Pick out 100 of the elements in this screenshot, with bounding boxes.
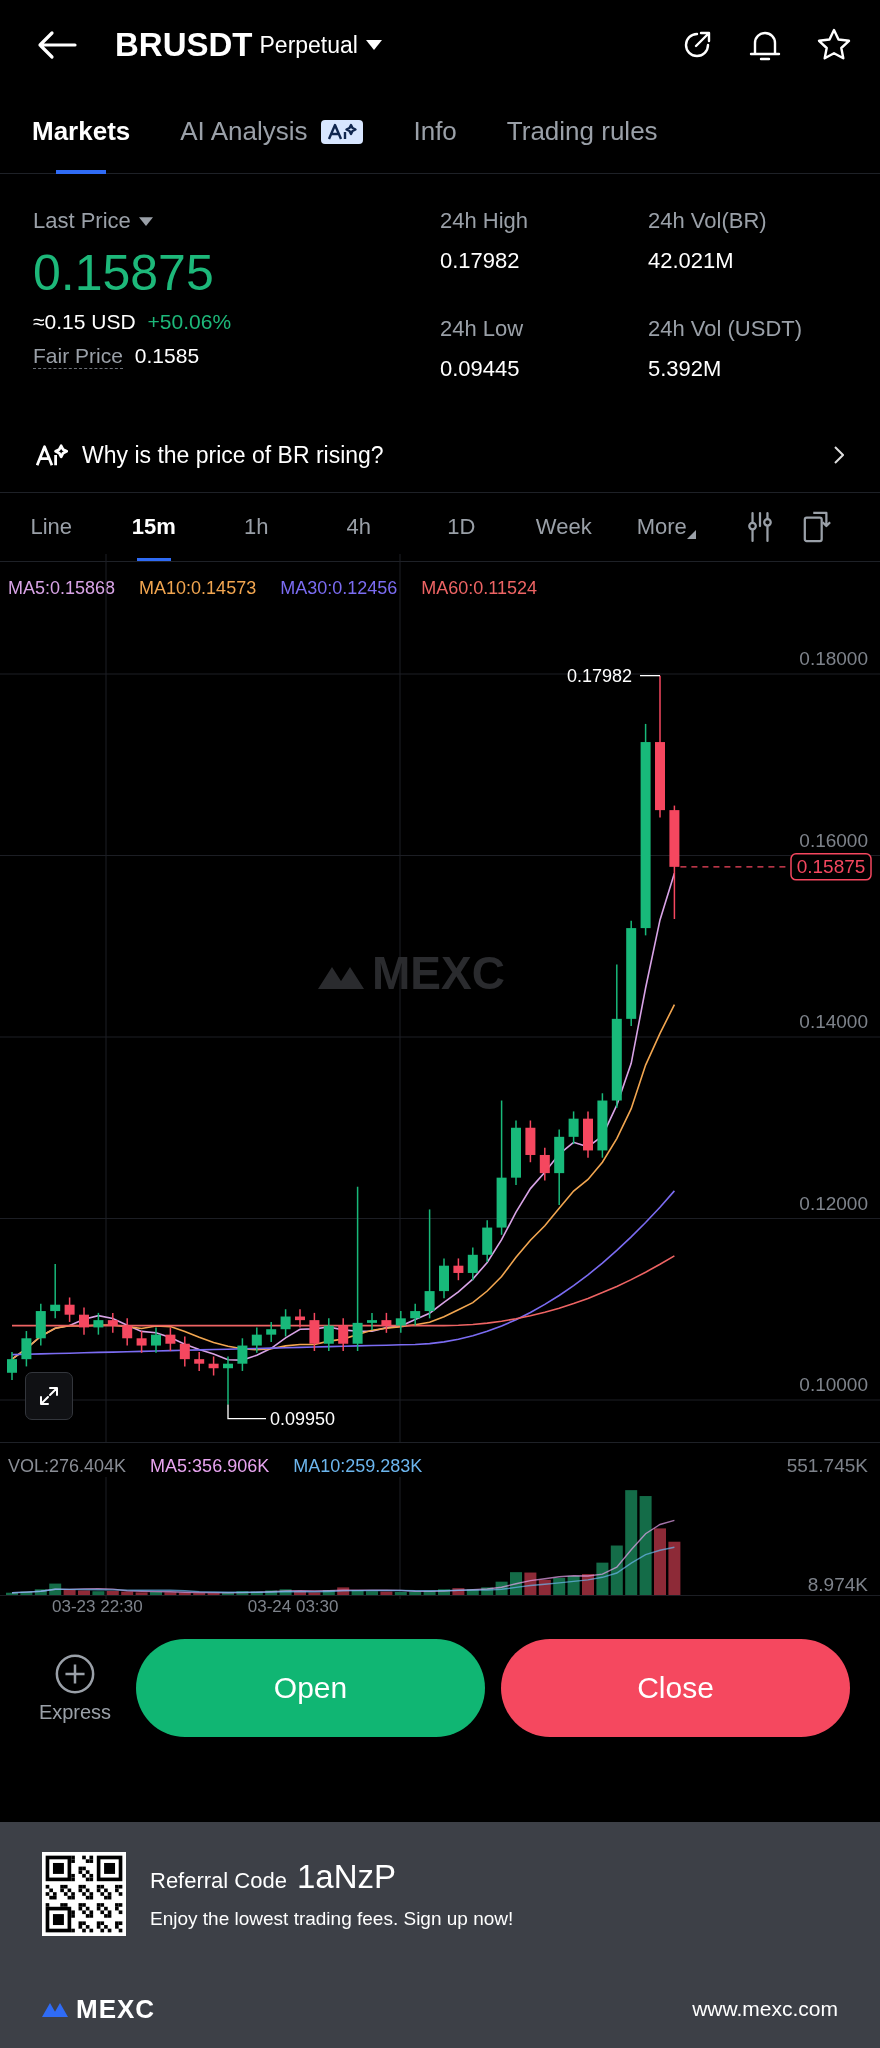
interval-tab[interactable]: Line [0,493,103,561]
candlestick [482,1219,493,1263]
tab[interactable]: Info [413,89,457,174]
stat-value: 0.17982 [440,248,521,274]
expand-icon [37,1384,61,1408]
interval-tab[interactable]: More [615,493,718,561]
candlestick [107,1312,118,1334]
ma-legend-label: MA30:0.12456 [280,577,398,599]
back-arrow-icon[interactable] [36,30,78,60]
tagline: Enjoy the lowest trading fees. Sign up now! [150,1908,514,1930]
volume-bar [654,1528,666,1595]
candlestick [223,1355,233,1406]
stat-value: 0.09445 [440,356,521,382]
candlestick [237,1337,248,1372]
candlestick [568,1110,579,1145]
caret-icon [365,40,382,50]
volume-bar [6,1592,18,1595]
volume-legend-label: MA10:259.283K [293,1456,423,1477]
candlestick [50,1263,61,1320]
candlestick [208,1355,219,1377]
price-change: +50.06% [147,310,232,334]
volume-bar [222,1592,234,1595]
star-icon[interactable] [816,27,852,63]
candlestick [165,1326,176,1352]
candlestick [136,1330,147,1354]
volume-legend-label: VOL:276.404K [8,1456,127,1477]
candlestick [338,1317,349,1352]
close-button[interactable]: Close [501,1639,850,1737]
candlestick [597,1092,608,1159]
price-axis-label: 0.12000 [799,1192,868,1214]
candlestick [251,1326,262,1354]
volume-bar [668,1541,681,1595]
candlestick [323,1317,334,1352]
stat-label: 24h Low [440,316,525,342]
chevron-right-icon [834,446,844,464]
ma-legend-label: MA60:0.11524 [421,577,538,599]
current-price-tag: 0.15875 [790,853,872,881]
candlestick [151,1326,161,1354]
price-axis-label: 0.14000 [799,1011,868,1032]
candlestick [93,1312,104,1336]
candlestick [439,1257,449,1300]
tab[interactable]: Markets [32,89,131,174]
last-price-dropdown[interactable]: Last Price [33,208,153,234]
interval-tab[interactable]: 1D [410,493,513,561]
stat-label: 24h Vol (USDT) [648,316,804,342]
candlestick [583,1110,593,1159]
candlestick [295,1308,305,1329]
price-axis-label: 0.10000 [799,1374,868,1395]
candlestick [511,1119,521,1186]
candlestick [7,1351,17,1381]
corner-triangle-icon [686,529,696,539]
volume-bar [294,1591,306,1595]
interval-tab[interactable]: Week [512,493,615,561]
referral-label: Referral Code [150,1868,287,1894]
candlestick [309,1312,320,1352]
sliders-icon[interactable] [745,511,774,543]
fair-price-label[interactable]: Fair Price [33,344,123,369]
last-price: 0.15875 [33,244,215,302]
candlestick [525,1119,536,1163]
candlestick [64,1296,75,1323]
volume-bar [438,1589,450,1595]
ma-legend-label: MA10:0.14573 [139,577,257,599]
symbol-title: BRUSDT [115,26,253,64]
phone-rotate-icon[interactable] [801,511,832,543]
candlestick [539,1146,550,1182]
brand-logo-icon [42,2001,70,2017]
plus-circle-icon [54,1652,96,1695]
interval-tab[interactable]: 15m [102,493,205,561]
candlestick [35,1303,46,1347]
referral-code: 1aNzP [296,1858,396,1896]
time-axis-label: 03-23 22:30 [52,1597,143,1617]
volume-bar [150,1591,162,1595]
candlestick [179,1335,190,1368]
expand-button[interactable] [25,1372,73,1420]
tab[interactable]: Trading rules [506,89,658,174]
ai-sparkle-icon [34,443,68,467]
brand-name: MEXC [76,1993,156,2025]
express-button[interactable]: Express [30,1652,120,1724]
candlestick [367,1312,377,1331]
candlestick [410,1303,421,1327]
interval-tab[interactable]: 4h [307,493,410,561]
candlestick [21,1330,32,1368]
candlestick [79,1306,89,1336]
stat-label: 24h Vol(BR) [648,208,768,234]
volume-axis-label: 551.745K [786,1455,868,1477]
website: www.mexc.com [692,1997,838,2021]
usd-value: ≈0.15 USD [33,310,136,334]
volume-bar [78,1590,90,1595]
tab[interactable]: AI Analysis [180,89,364,174]
ma-legend-label: MA5:0.15868 [8,577,116,599]
candlestick [381,1312,392,1334]
insight-row[interactable]: Why is the price of BR rising? [0,418,880,493]
volume-axis-label: 8.974K [807,1574,868,1595]
volume-bar [366,1591,378,1595]
price-axis-label: 0.16000 [799,829,868,851]
candlestick [194,1351,205,1372]
stat-value: 5.392M [648,356,723,382]
caret-icon [138,216,153,226]
interval-tab[interactable]: 1h [205,493,308,561]
contract-type-dropdown[interactable]: Perpetual [259,31,382,59]
